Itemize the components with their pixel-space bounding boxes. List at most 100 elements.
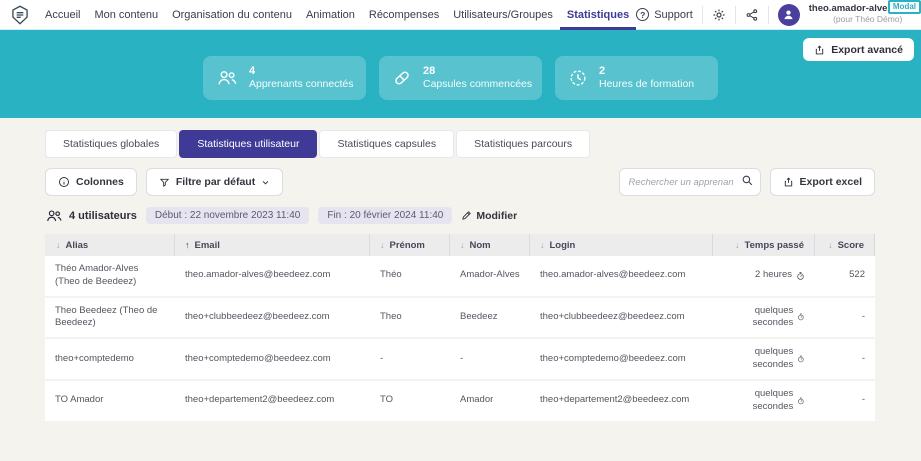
columns-button[interactable]: Colonnes — [45, 168, 137, 196]
cell-alias: Théo Amador-Alves (Theo de Beedeez) — [45, 256, 175, 296]
export-icon — [783, 176, 794, 188]
column-header-login[interactable]: ↓ Login — [530, 234, 713, 256]
columns-label: Colonnes — [76, 176, 124, 188]
stat-card-apprenants-connectes[interactable]: 4 Apprenants connectés — [203, 56, 366, 100]
cell-temps-passe: quelques secondes — [713, 339, 815, 379]
nav-item-animation[interactable]: Animation — [299, 0, 362, 30]
cell-score: 522 — [815, 262, 875, 289]
nav-item-mon-contenu[interactable]: Mon contenu — [87, 0, 165, 30]
cell-login: theo.amador-alves@beedeez.com — [530, 262, 713, 289]
search-icon[interactable] — [741, 174, 754, 187]
column-header-score[interactable]: ↓ Score — [815, 234, 875, 256]
column-label: Score — [838, 240, 864, 251]
time-value: quelques secondes — [723, 305, 793, 331]
tab-statistiques-utilisateur[interactable]: Statistiques utilisateur — [179, 130, 317, 158]
nav-item-statistiques[interactable]: Statistiques — [560, 0, 636, 30]
table-row[interactable]: TO Amador theo+departement2@beedeez.com … — [45, 381, 875, 423]
learner-search — [619, 168, 761, 196]
table-row[interactable]: theo+comptedemo theo+comptedemo@beedeez.… — [45, 339, 875, 381]
sort-down-icon: ↓ — [828, 240, 833, 250]
column-header-prenom[interactable]: ↓ Prénom — [370, 234, 450, 256]
filter-funnel-icon — [159, 177, 170, 188]
export-excel-button[interactable]: Export excel — [770, 168, 875, 196]
table-header-row: ↓ Alias ↑ Email ↓ Prénom ↓ Nom ↓ Login ↓… — [45, 234, 875, 256]
stats-tabs: Statistiques globales Statistiques utili… — [45, 130, 875, 158]
sort-down-icon: ↓ — [380, 240, 385, 250]
sort-down-icon: ↓ — [460, 240, 465, 250]
column-label: Nom — [470, 240, 491, 251]
cell-email: theo+departement2@beedeez.com — [175, 387, 370, 414]
stopwatch-icon — [796, 271, 805, 281]
beedeez-logo-icon[interactable] — [10, 5, 30, 25]
nav-item-utilisateurs-groupes[interactable]: Utilisateurs/Groupes — [446, 0, 560, 30]
column-label: Email — [195, 240, 220, 251]
stat-value: 28 — [423, 65, 532, 79]
sort-down-icon: ↓ — [735, 240, 740, 250]
nav-item-recompenses[interactable]: Récompenses — [362, 0, 446, 30]
cell-login: theo+departement2@beedeez.com — [530, 387, 713, 414]
export-avance-label: Export avancé — [831, 44, 903, 56]
user-avatar[interactable] — [778, 4, 800, 26]
support-button[interactable]: ? Support — [636, 8, 693, 21]
settings-gear-icon[interactable] — [712, 8, 726, 22]
capsule-icon — [392, 68, 412, 88]
stopwatch-icon — [797, 396, 805, 406]
end-date-pill: Fin : 20 février 2024 11:40 — [318, 207, 452, 224]
info-circle-icon — [58, 176, 70, 188]
table-row[interactable]: Theo Beedeez (Theo de Beedeez) theo+club… — [45, 298, 875, 340]
cell-nom: Beedeez — [450, 304, 530, 331]
cell-score: - — [815, 346, 875, 373]
cell-score: - — [815, 387, 875, 414]
search-input[interactable] — [619, 168, 761, 196]
nav-item-accueil[interactable]: Accueil — [38, 0, 87, 30]
clock-icon — [568, 68, 588, 88]
tab-statistiques-capsules[interactable]: Statistiques capsules — [319, 130, 454, 158]
export-avance-button[interactable]: Export avancé — [803, 38, 914, 61]
cell-email: theo+clubbeedeez@beedeez.com — [175, 304, 370, 331]
stat-card-capsules-commencees[interactable]: 28 Capsules commencées — [379, 56, 542, 100]
default-filter-button[interactable]: Filtre par défaut — [146, 168, 283, 196]
time-value: quelques secondes — [723, 346, 793, 372]
column-label: Alias — [66, 240, 89, 251]
cell-temps-passe: quelques secondes — [713, 298, 815, 338]
cell-prenom: Théo — [370, 262, 450, 289]
cell-temps-passe: quelques secondes — [713, 381, 815, 421]
column-header-email[interactable]: ↑ Email — [175, 234, 370, 256]
stopwatch-icon — [797, 354, 805, 364]
time-value: 2 heures — [755, 269, 792, 282]
stat-label: Heures de formation — [599, 78, 694, 91]
stat-value: 4 — [249, 65, 354, 79]
column-header-alias[interactable]: ↓ Alias — [45, 234, 175, 256]
column-header-temps-passe[interactable]: ↓ Temps passé — [713, 234, 815, 256]
user-context: (pour Théo Démo) — [833, 15, 902, 25]
cell-email: theo.amador-alves@beedeez.com — [175, 262, 370, 289]
cell-login: theo+comptedemo@beedeez.com — [530, 346, 713, 373]
modal-badge: Modal — [888, 0, 921, 14]
cell-nom: Amador — [450, 387, 530, 414]
table-row[interactable]: Théo Amador-Alves (Theo de Beedeez) theo… — [45, 256, 875, 298]
stat-label: Capsules commencées — [423, 78, 532, 91]
divider — [768, 6, 769, 24]
chevron-down-icon — [261, 178, 270, 187]
tab-statistiques-parcours[interactable]: Statistiques parcours — [456, 130, 590, 158]
nav-item-organisation-du-contenu[interactable]: Organisation du contenu — [165, 0, 299, 30]
top-navigation-bar: Accueil Mon contenu Organisation du cont… — [0, 0, 921, 30]
edit-dates-button[interactable]: Modifier — [461, 210, 517, 222]
cell-nom: - — [450, 346, 530, 373]
tab-statistiques-globales[interactable]: Statistiques globales — [45, 130, 177, 158]
column-label: Prénom — [390, 240, 425, 251]
main-content: Statistiques globales Statistiques utili… — [0, 118, 875, 423]
divider — [702, 6, 703, 24]
column-label: Login — [550, 240, 576, 251]
sort-down-icon: ↓ — [56, 240, 61, 250]
stat-card-heures-de-formation[interactable]: 2 Heures de formation — [555, 56, 718, 100]
table-toolbar: Colonnes Filtre par défaut — [45, 168, 875, 196]
filter-label: Filtre par défaut — [176, 176, 255, 188]
cell-alias: Theo Beedeez (Theo de Beedeez) — [45, 298, 175, 338]
cell-prenom: - — [370, 346, 450, 373]
share-nodes-icon[interactable] — [745, 8, 759, 22]
column-header-nom[interactable]: ↓ Nom — [450, 234, 530, 256]
people-icon — [216, 68, 238, 88]
stat-cards: 4 Apprenants connectés 28 Capsules comme… — [0, 56, 921, 100]
export-icon — [814, 44, 825, 56]
